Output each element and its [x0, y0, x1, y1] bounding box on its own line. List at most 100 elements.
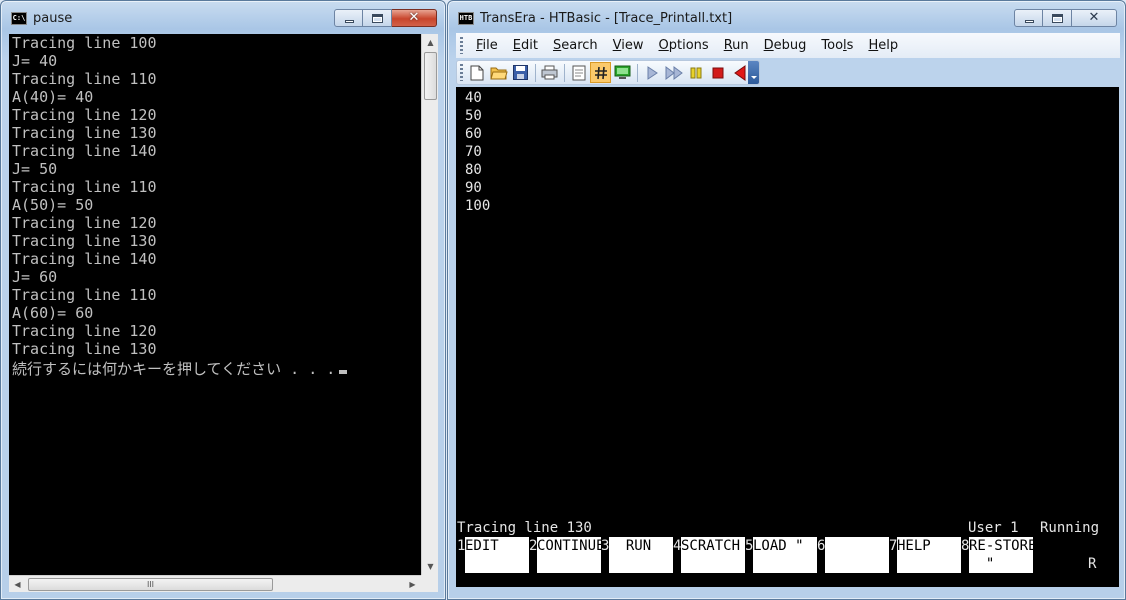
menubar-grip[interactable] — [460, 37, 463, 54]
edit-notes-icon — [572, 65, 585, 80]
open-button[interactable] — [488, 62, 509, 83]
htbasic-screen[interactable]: Tracing line 130 User 1 Running R 40 50 60… — [456, 87, 1119, 587]
softkey-label[interactable]: CONTINUE — [537, 537, 601, 573]
console-prompt: 続行するには何かキーを押してください . . . — [9, 358, 421, 378]
console-line: Tracing line 100 — [12, 34, 157, 52]
display-button[interactable] — [612, 62, 633, 83]
softkey-label[interactable]: HELP — [897, 537, 961, 573]
console-prompt-text: 続行するには何かキーを押してください . . . — [12, 360, 336, 378]
back-button[interactable] — [729, 62, 750, 83]
softkey-label[interactable]: SCRATCH — [681, 537, 745, 573]
softkey-6[interactable]: 6 — [817, 537, 889, 573]
menu-help[interactable]: Help — [861, 38, 906, 53]
menu-search[interactable]: Search — [546, 38, 606, 53]
softkey-number: 7 — [889, 538, 898, 554]
new-file-button[interactable] — [466, 62, 487, 83]
scroll-down-icon[interactable]: ▼ — [422, 558, 439, 575]
vertical-scroll-thumb[interactable] — [424, 52, 437, 100]
softkey-7[interactable]: 7 HELP — [889, 537, 961, 573]
softkey-5[interactable]: 5 LOAD " — [745, 537, 817, 573]
pause-icon — [690, 67, 701, 78]
maximize-button[interactable] — [363, 9, 392, 27]
console-line: Tracing line 110 — [12, 70, 157, 88]
menu-debug[interactable]: Debug — [757, 38, 815, 53]
console-titlebar[interactable]: C:\ pause ✕ — [1, 1, 445, 35]
status-message: Tracing line 130 — [457, 520, 592, 536]
htbasic-app-icon: HTB — [458, 12, 474, 25]
pause-button[interactable] — [685, 62, 706, 83]
toolbar — [456, 60, 760, 85]
maximize-icon — [1052, 14, 1063, 23]
toolbar-grip[interactable] — [460, 64, 463, 81]
softkey-8[interactable]: 8 RE-STORE " — [961, 537, 1033, 573]
softkey-number: 8 — [961, 538, 970, 554]
htbasic-titlebar[interactable]: HTB TransEra - HTBasic - [Trace_Printall… — [448, 1, 1125, 35]
menu-run[interactable]: Run — [717, 38, 757, 53]
softkey-2[interactable]: 2 CONTINUE — [529, 537, 601, 573]
htbasic-minimize-button[interactable] — [1014, 9, 1043, 27]
softkey-label[interactable] — [825, 537, 889, 573]
htbasic-maximize-button[interactable] — [1043, 9, 1072, 27]
console-line: J= 60 — [12, 268, 58, 286]
line-numbers-icon — [594, 66, 607, 79]
vertical-scrollbar[interactable]: ▲ ▼ — [421, 34, 438, 575]
scrollbar-corner — [421, 575, 438, 592]
open-folder-icon — [489, 67, 508, 80]
softkey-4[interactable]: 4 SCRATCH — [673, 537, 745, 573]
line-numbers-button[interactable] — [590, 62, 611, 83]
console-line: Tracing line 120 — [12, 322, 157, 340]
maximize-icon — [372, 14, 383, 23]
softkey-number: 5 — [745, 538, 754, 554]
menu-file[interactable]: File — [469, 38, 506, 53]
output-line: 50 — [465, 108, 482, 124]
horizontal-scrollbar[interactable]: ◀ III ▶ — [9, 575, 421, 592]
softkey-number: 6 — [817, 538, 826, 554]
softkey-trailing-char: R — [1088, 556, 1097, 572]
console-line: Tracing line 110 — [12, 286, 157, 304]
console-line: J= 50 — [12, 160, 58, 178]
close-button[interactable]: ✕ — [392, 9, 437, 27]
output-line: 40 — [465, 90, 482, 106]
softkey-number: 4 — [673, 538, 682, 554]
softkey-3[interactable]: 3 RUN — [601, 537, 673, 573]
console-line: Tracing line 130 — [12, 340, 157, 358]
menu-view[interactable]: View — [606, 38, 652, 53]
softkey-number: 3 — [601, 538, 610, 554]
run-button[interactable] — [641, 62, 662, 83]
text-cursor — [339, 370, 348, 374]
scroll-left-icon[interactable]: ◀ — [9, 576, 26, 593]
softkey-label[interactable]: EDIT — [465, 537, 529, 573]
softkey-label[interactable]: RE-STORE " — [969, 537, 1033, 573]
edit-notes-button[interactable] — [568, 62, 589, 83]
softkey-label[interactable]: LOAD " — [753, 537, 817, 573]
step-icon — [665, 65, 683, 80]
close-icon: ✕ — [408, 10, 420, 25]
status-user: User 1 — [968, 520, 1019, 536]
save-button[interactable] — [510, 62, 531, 83]
menu-tools[interactable]: Tools — [814, 38, 861, 53]
softkey-number: 1 — [457, 538, 466, 554]
horizontal-scroll-thumb[interactable]: III — [28, 578, 273, 591]
toolbar-overflow-button[interactable] — [748, 61, 759, 84]
softkey-label[interactable]: RUN — [609, 537, 673, 573]
scroll-up-icon[interactable]: ▲ — [422, 34, 439, 51]
console-window-title: pause — [33, 11, 73, 26]
console-output[interactable]: Tracing line 100 J= 40 Tracing line 110 A(4… — [9, 34, 421, 575]
stop-button[interactable] — [707, 62, 728, 83]
softkey-1[interactable]: 1 EDIT — [457, 537, 529, 573]
scroll-right-icon[interactable]: ▶ — [404, 576, 421, 593]
menu-edit[interactable]: Edit — [506, 38, 546, 53]
output-line: 70 — [465, 144, 482, 160]
menu-options[interactable]: Options — [652, 38, 717, 53]
console-line: Tracing line 120 — [12, 214, 157, 232]
output-line: 100 — [465, 198, 491, 214]
save-icon — [513, 65, 528, 80]
minimize-button[interactable] — [334, 9, 363, 27]
close-icon: ✕ — [1088, 10, 1100, 25]
output-line: 90 — [465, 180, 482, 196]
htbasic-close-button[interactable]: ✕ — [1072, 9, 1117, 27]
print-button[interactable] — [539, 62, 560, 83]
step-button[interactable] — [663, 62, 684, 83]
console-line: Tracing line 140 — [12, 250, 157, 268]
menu-bar: File Edit Search View Options Run Debug Tools He… — [456, 33, 1120, 58]
